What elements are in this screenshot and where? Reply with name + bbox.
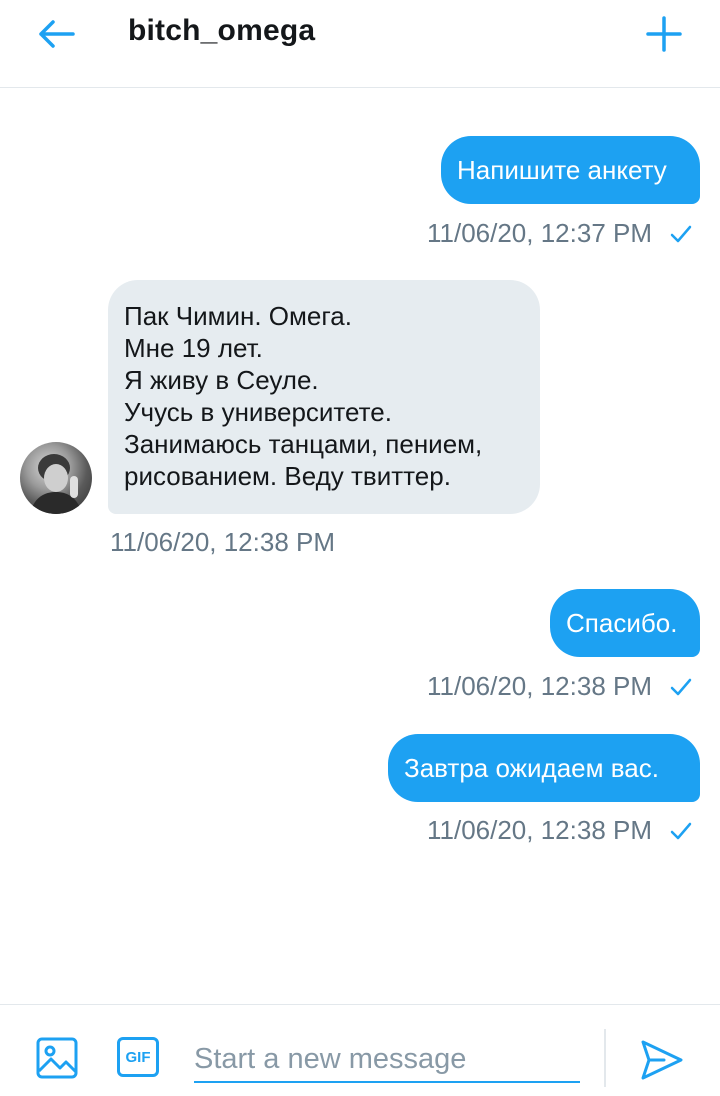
send-button[interactable] bbox=[640, 1039, 684, 1081]
message-timestamp: 11/06/20, 12:38 PM bbox=[426, 815, 652, 845]
message-line: рисованием. Веду твиттер. bbox=[124, 461, 451, 491]
add-image-button[interactable] bbox=[36, 1037, 78, 1079]
message-line: Я живу в Сеуле. bbox=[124, 365, 319, 395]
message-bubble-sent[interactable]: Напишите анкету bbox=[441, 136, 700, 204]
message-text: Завтра ожидаем вас. bbox=[404, 753, 659, 783]
message-input[interactable] bbox=[194, 1037, 580, 1083]
checkmark-icon bbox=[670, 822, 692, 840]
back-button[interactable] bbox=[32, 10, 80, 58]
arrow-left-icon bbox=[39, 20, 75, 48]
message-meta: 11/06/20, 12:38 PM bbox=[427, 815, 692, 846]
dm-conversation: bitch_omega Напишите анкету 11/06/20, 12… bbox=[0, 0, 720, 1096]
avatar[interactable] bbox=[20, 442, 92, 514]
add-button[interactable] bbox=[640, 10, 688, 58]
checkmark-icon bbox=[670, 678, 692, 696]
checkmark-icon bbox=[670, 225, 692, 243]
gif-button[interactable]: GIF bbox=[117, 1037, 159, 1077]
message-line: Занимаюсь танцами, пением, bbox=[124, 429, 483, 459]
message-line: Мне 19 лет. bbox=[124, 333, 263, 363]
message-timestamp: 11/06/20, 12:37 PM bbox=[426, 218, 652, 248]
message-text: Спасибо. bbox=[566, 608, 678, 638]
conversation-title[interactable]: bitch_omega bbox=[128, 14, 315, 48]
profile-photo-icon bbox=[30, 454, 82, 514]
message-bubble-sent[interactable]: Завтра ожидаем вас. bbox=[388, 734, 700, 802]
message-text: Напишите анкету bbox=[457, 155, 667, 185]
message-line: Учусь в университете. bbox=[124, 397, 392, 427]
message-timestamp: 11/06/20, 12:38 PM bbox=[426, 671, 652, 701]
message-bubble-received[interactable]: Пак Чимин. Омега. Мне 19 лет. Я живу в С… bbox=[108, 280, 540, 514]
send-icon bbox=[641, 1040, 683, 1080]
message-bubble-sent[interactable]: Спасибо. bbox=[550, 589, 700, 657]
plus-icon bbox=[646, 16, 682, 52]
message-line: Пак Чимин. Омега. bbox=[124, 301, 352, 331]
header: bitch_omega bbox=[0, 0, 720, 88]
divider bbox=[604, 1029, 606, 1087]
gif-label: GIF bbox=[125, 1048, 151, 1066]
message-meta: 11/06/20, 12:38 PM bbox=[110, 527, 335, 558]
compose-bar: GIF bbox=[0, 1004, 720, 1096]
message-meta: 11/06/20, 12:38 PM bbox=[427, 671, 692, 702]
message-timestamp: 11/06/20, 12:38 PM bbox=[110, 527, 336, 557]
message-meta: 11/06/20, 12:37 PM bbox=[427, 218, 692, 249]
image-icon bbox=[36, 1037, 78, 1079]
